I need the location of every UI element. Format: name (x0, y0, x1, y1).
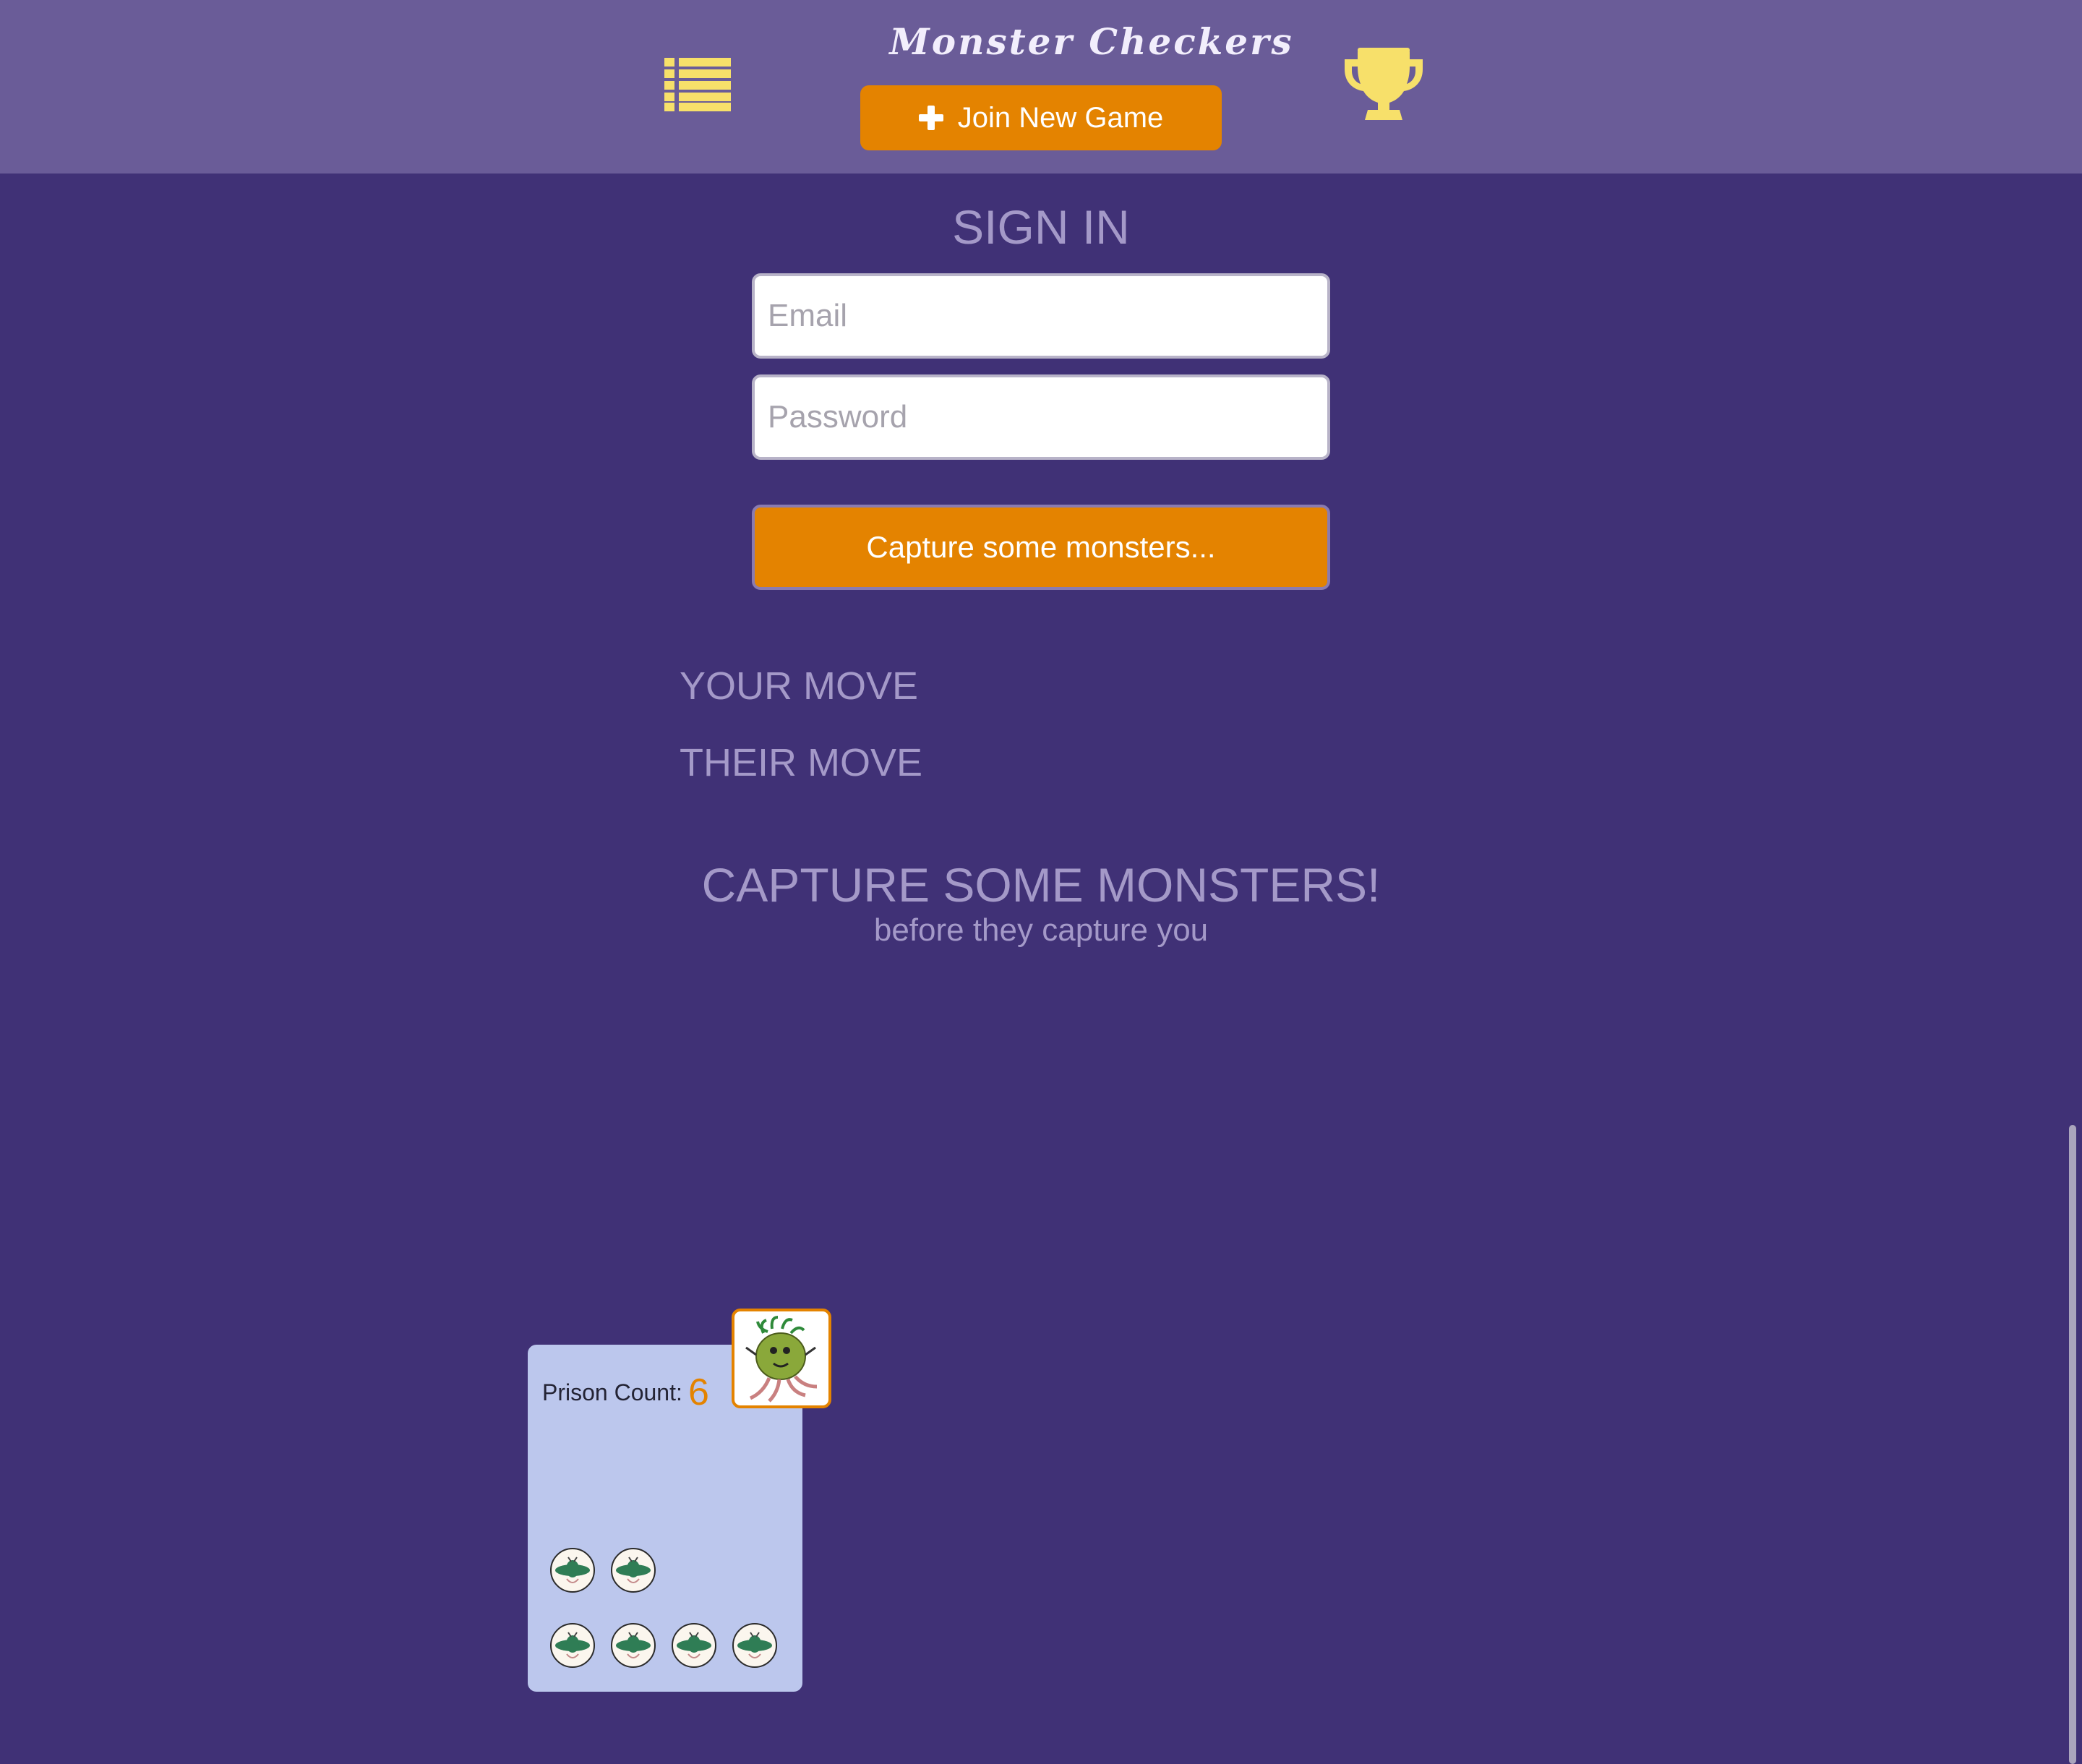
join-new-game-button[interactable]: Join New Game (860, 85, 1222, 150)
capture-monsters-submit-button[interactable]: Capture some monsters... (752, 505, 1330, 590)
captured-piece-icon (611, 1623, 656, 1668)
captured-piece-icon (732, 1623, 777, 1668)
monster-avatar (732, 1309, 831, 1408)
email-field[interactable] (752, 273, 1330, 359)
tagline-title: CAPTURE SOME MONSTERS! (701, 858, 1381, 912)
top-header: Monster Checkers Join New Game (0, 0, 2082, 174)
app-title: Monster Checkers (889, 20, 1294, 63)
join-new-game-label: Join New Game (957, 101, 1164, 134)
list-icon[interactable] (664, 58, 731, 111)
tagline-subtitle: before they capture you (873, 912, 1209, 948)
prison-count-value: 6 (688, 1371, 709, 1413)
scrollbar-thumb[interactable] (2069, 1125, 2076, 1764)
password-field[interactable] (752, 374, 1330, 460)
captured-piece-icon (550, 1623, 595, 1668)
prison-count-label: Prison Count: (542, 1379, 682, 1405)
medusa-monster-avatar-icon (745, 1316, 818, 1403)
their-move-heading: THEIR MOVE (680, 741, 923, 784)
captured-piece-icon (550, 1548, 595, 1593)
your-move-heading: YOUR MOVE (680, 664, 919, 708)
captured-piece-icon (611, 1548, 656, 1593)
plus-icon (918, 106, 943, 130)
sign-in-heading: SIGN IN (952, 200, 1130, 254)
trophy-icon[interactable] (1342, 48, 1426, 124)
captured-piece-icon (672, 1623, 716, 1668)
